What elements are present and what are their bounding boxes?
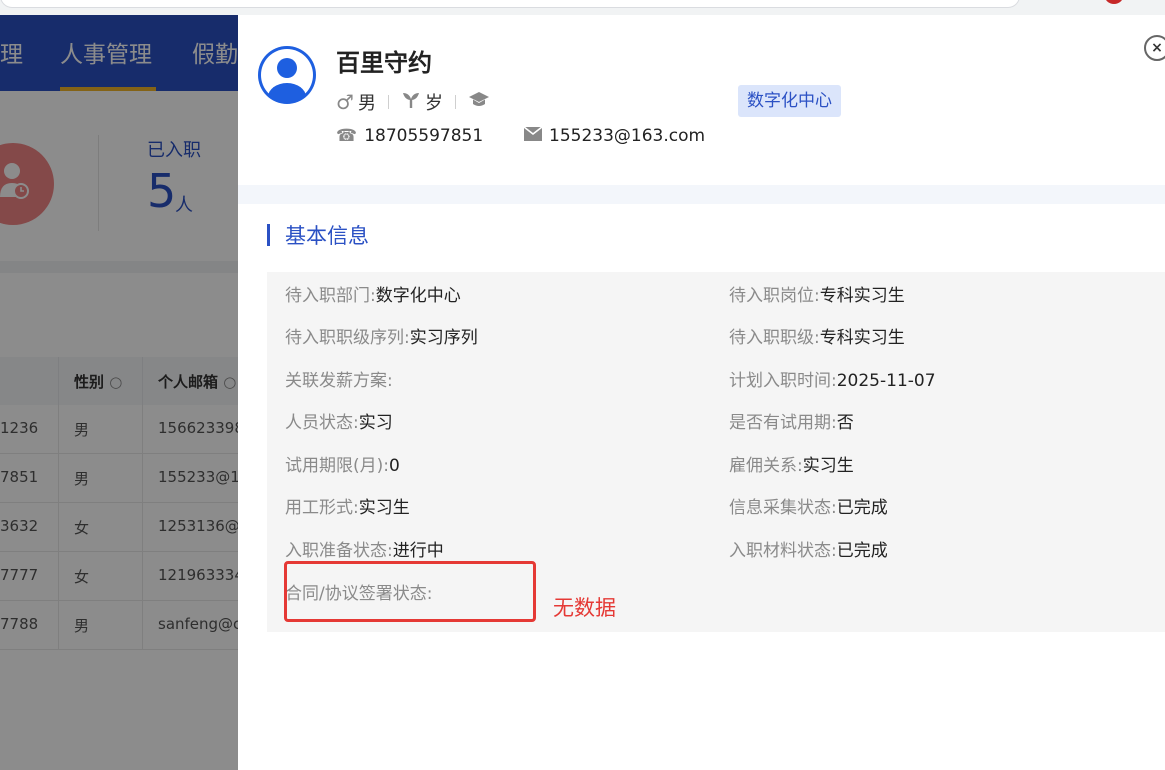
field-value: 实习 xyxy=(358,413,393,433)
field-grade: 待入职职级:专科实习生 xyxy=(729,323,905,348)
employee-email: 155233@163.com xyxy=(523,125,706,147)
annotation-note: 无数据 xyxy=(553,596,616,620)
field-value: 实习序列 xyxy=(409,328,478,348)
field-label: 人员状态: xyxy=(285,413,359,433)
field-onboarding-prep: 入职准备状态:进行中 xyxy=(285,536,444,561)
meta-divider xyxy=(454,95,456,109)
extension-icon[interactable] xyxy=(1104,0,1124,4)
field-value: 专科实习生 xyxy=(819,328,905,348)
address-bar[interactable] xyxy=(0,0,1020,8)
employee-detail-drawer: × 百里守约 ♂ 男 岁 数字化中心 ☎ 18705597851 155233@… xyxy=(238,15,1165,770)
sprout-icon xyxy=(401,90,421,115)
field-label: 雇佣关系: xyxy=(729,456,803,476)
section-title: 基本信息 xyxy=(267,222,369,248)
employee-meta: ♂ 男 岁 xyxy=(336,90,494,115)
male-icon: ♂ xyxy=(336,90,354,114)
field-onboarding-materials: 入职材料状态:已完成 xyxy=(729,536,888,561)
employee-gender: 男 xyxy=(357,93,376,114)
close-button[interactable]: × xyxy=(1144,35,1165,61)
field-label: 入职材料状态: xyxy=(729,541,837,561)
field-label: 用工形式: xyxy=(285,498,359,518)
field-label: 入职准备状态: xyxy=(285,541,393,561)
field-value: 数字化中心 xyxy=(375,286,461,306)
user-avatar-icon xyxy=(258,46,316,104)
field-label: 信息采集状态: xyxy=(729,498,837,518)
field-grade-sequence: 待入职职级序列:实习序列 xyxy=(285,323,478,348)
field-info-collection: 信息采集状态:已完成 xyxy=(729,493,888,518)
header-divider-strip xyxy=(238,185,1165,204)
employee-name: 百里守约 xyxy=(336,49,432,77)
field-value: 实习生 xyxy=(802,456,854,476)
field-department: 待入职部门:数字化中心 xyxy=(285,281,461,306)
employee-email-value: 155233@163.com xyxy=(549,126,706,146)
field-label: 是否有试用期: xyxy=(729,413,837,433)
field-label: 待入职职级: xyxy=(729,328,820,348)
employee-age: 岁 xyxy=(424,93,443,114)
field-has-probation: 是否有试用期:否 xyxy=(729,408,854,433)
field-employment-relation: 雇佣关系:实习生 xyxy=(729,451,854,476)
field-label: 待入职岗位: xyxy=(729,286,820,306)
employee-phone: ☎ 18705597851 xyxy=(336,125,483,147)
field-value: 实习生 xyxy=(358,498,410,518)
close-icon: × xyxy=(1151,40,1163,56)
field-value: 已完成 xyxy=(836,498,888,518)
section-title-bar xyxy=(267,224,270,246)
browser-toolbar xyxy=(0,0,1165,15)
field-label: 计划入职时间: xyxy=(729,371,837,391)
field-value: 否 xyxy=(836,413,854,433)
field-label: 试用期限(月): xyxy=(285,456,389,476)
field-probation-months: 试用期限(月):0 xyxy=(285,451,400,476)
graduation-cap-icon xyxy=(468,90,490,115)
field-label: 待入职部门: xyxy=(285,286,376,306)
field-value: 已完成 xyxy=(836,541,888,561)
field-planned-date: 计划入职时间:2025-11-07 xyxy=(729,366,936,391)
field-position: 待入职岗位:专科实习生 xyxy=(729,281,905,306)
field-payroll-plan: 关联发薪方案: xyxy=(285,366,393,391)
section-title-text: 基本信息 xyxy=(285,224,369,248)
field-value: 2025-11-07 xyxy=(836,371,936,391)
field-label: 待入职职级序列: xyxy=(285,328,410,348)
field-staff-status: 人员状态:实习 xyxy=(285,408,393,433)
meta-divider xyxy=(387,95,389,109)
phone-icon: ☎ xyxy=(336,126,358,146)
basic-info-panel: 待入职部门:数字化中心 待入职岗位:专科实习生 待入职职级序列:实习序列 待入职… xyxy=(267,272,1165,632)
field-label: 关联发薪方案: xyxy=(285,371,393,391)
field-value: 进行中 xyxy=(392,541,444,561)
field-employment-form: 用工形式:实习生 xyxy=(285,493,410,518)
annotation-highlight-box xyxy=(284,561,536,622)
field-value: 专科实习生 xyxy=(819,286,905,306)
mail-icon xyxy=(523,126,543,146)
employee-phone-value: 18705597851 xyxy=(364,126,484,146)
department-tag: 数字化中心 xyxy=(738,85,841,117)
field-value: 0 xyxy=(389,456,400,476)
